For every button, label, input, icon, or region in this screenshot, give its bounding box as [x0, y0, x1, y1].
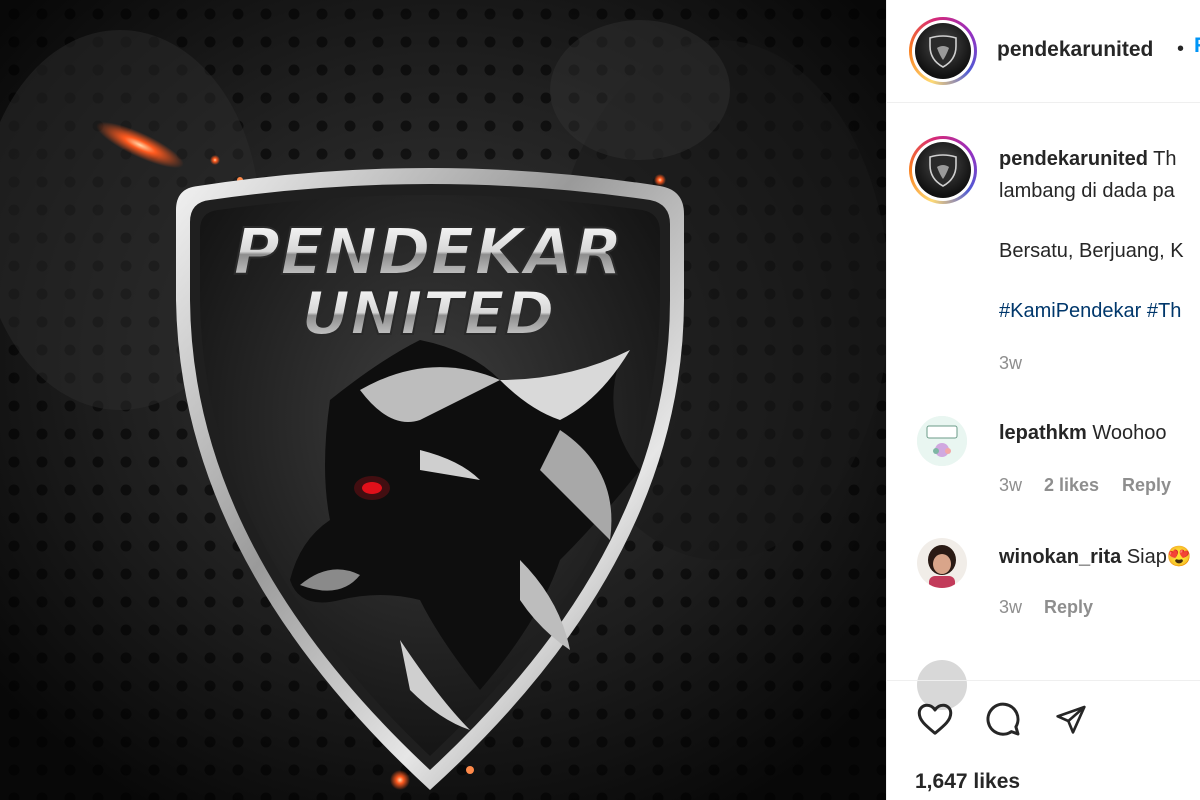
like-button[interactable]	[913, 697, 957, 741]
comment-avatar[interactable]	[917, 538, 967, 588]
likes-count[interactable]: 1,647 likes	[915, 770, 1020, 794]
share-button[interactable]	[1049, 697, 1093, 741]
heart-icon	[917, 703, 953, 735]
post-header: pendekarunited • F	[887, 0, 1200, 103]
header-avatar[interactable]	[909, 17, 977, 85]
post-image[interactable]: PENDEKAR UNITED	[0, 0, 886, 800]
follow-button[interactable]: F	[1194, 34, 1200, 58]
comment-reply-button[interactable]: Reply	[1044, 597, 1093, 618]
post-side-panel: pendekarunited • F pendekarunited Th lam…	[886, 0, 1200, 800]
logo-text-line2: UNITED	[302, 279, 555, 349]
caption-hashtags[interactable]: #KamiPendekar #Th	[999, 300, 1181, 323]
header-username[interactable]: pendekarunited	[997, 38, 1153, 62]
comment-likes[interactable]: 2 likes	[1044, 475, 1099, 496]
heart-eyes-emoji: 😍	[1166, 546, 1192, 568]
comment-body: winokan_rita Siap😍	[999, 544, 1192, 569]
caption-first-line: pendekarunited Th	[999, 148, 1176, 171]
caption-text-line3: Bersatu, Berjuang, K	[999, 240, 1184, 262]
comment-username[interactable]: winokan_rita	[999, 546, 1121, 568]
comment-avatar-image	[917, 538, 967, 588]
comment-avatar-image	[917, 416, 967, 466]
comment-time[interactable]: 3w	[999, 597, 1022, 618]
comment-time[interactable]: 3w	[999, 475, 1022, 496]
caption-text-line2: lambang di dada pa	[999, 180, 1175, 202]
caption-text-line1: Th	[1153, 148, 1177, 170]
comment-button[interactable]	[981, 697, 1025, 741]
comment-avatar[interactable]	[917, 416, 967, 466]
paper-plane-icon	[1056, 705, 1086, 734]
caption-username[interactable]: pendekarunited	[999, 148, 1148, 170]
comment-username[interactable]: lepathkm	[999, 422, 1087, 444]
caption-time[interactable]: 3w	[999, 353, 1022, 374]
club-logo-icon	[929, 154, 957, 187]
post-image-artwork: PENDEKAR UNITED	[0, 0, 886, 800]
header-separator: •	[1177, 38, 1185, 60]
comment-icon	[986, 702, 1020, 736]
club-logo-icon	[929, 35, 957, 68]
comment-reply-button[interactable]: Reply	[1122, 475, 1171, 496]
comment-body: lepathkm Woohoo	[999, 422, 1167, 445]
comment-text: Woohoo	[1092, 422, 1167, 444]
caption-avatar[interactable]	[909, 136, 977, 204]
comment-text: Siap	[1126, 546, 1167, 568]
